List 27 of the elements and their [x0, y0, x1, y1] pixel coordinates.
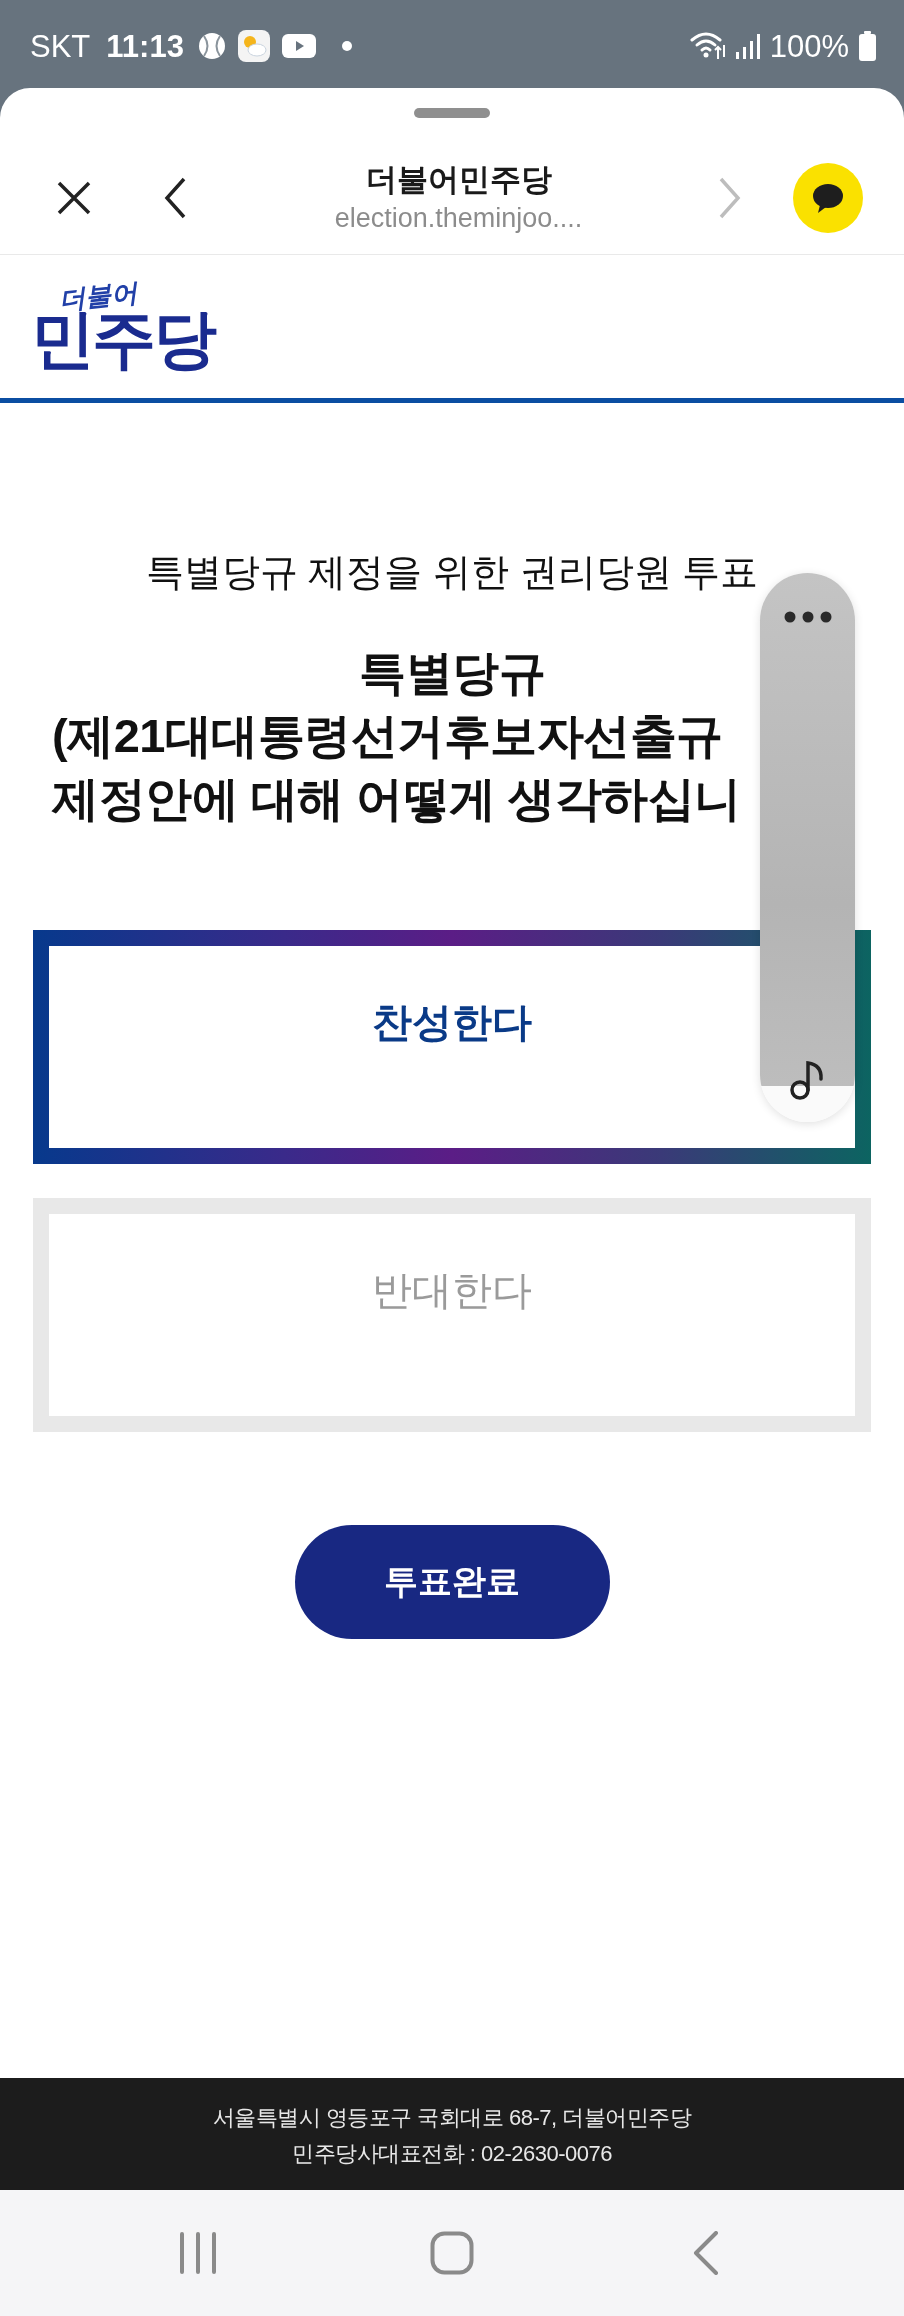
recent-apps-icon[interactable] [179, 2232, 217, 2274]
vote-subtitle: 특별당규 제정을 위한 권리당원 투표 [145, 550, 759, 594]
battery-level: 100% [769, 30, 849, 62]
footer-text: 민주당사대표전화 : 02-2630-0076 [292, 2140, 612, 2168]
question-line: 특별당규 [359, 645, 545, 701]
submit-vote-button[interactable]: 투표완료 [294, 1525, 610, 1639]
baseball-icon [197, 32, 226, 60]
question-line: (제21대대통령선거후보자선출규 [52, 708, 723, 764]
close-icon[interactable] [57, 181, 91, 215]
more-icon[interactable] [783, 611, 832, 623]
question-line: 제정안에 대해 어떻게 생각하십니 [52, 771, 741, 827]
play-icon [281, 34, 316, 58]
home-icon[interactable] [430, 2231, 474, 2275]
carrier-name: SKT [30, 30, 91, 62]
footer-text: 서울특별시 영등포구 국회대로 68-7, 더불어민주당 [212, 2104, 692, 2132]
battery-icon [859, 31, 876, 61]
clock-time: 11:13 [106, 30, 184, 62]
signal-icon [735, 33, 760, 59]
dot-icon [341, 41, 352, 51]
page-title: 더불어민주당 [365, 161, 552, 198]
back-icon[interactable] [164, 177, 186, 219]
wifi-icon [689, 31, 726, 61]
logo-script-text: 더불어 [57, 279, 139, 313]
drag-handle[interactable] [414, 108, 490, 118]
weather-icon [237, 30, 270, 62]
page-url: election.theminjoo.... [334, 203, 583, 235]
chat-icon[interactable] [793, 163, 863, 233]
